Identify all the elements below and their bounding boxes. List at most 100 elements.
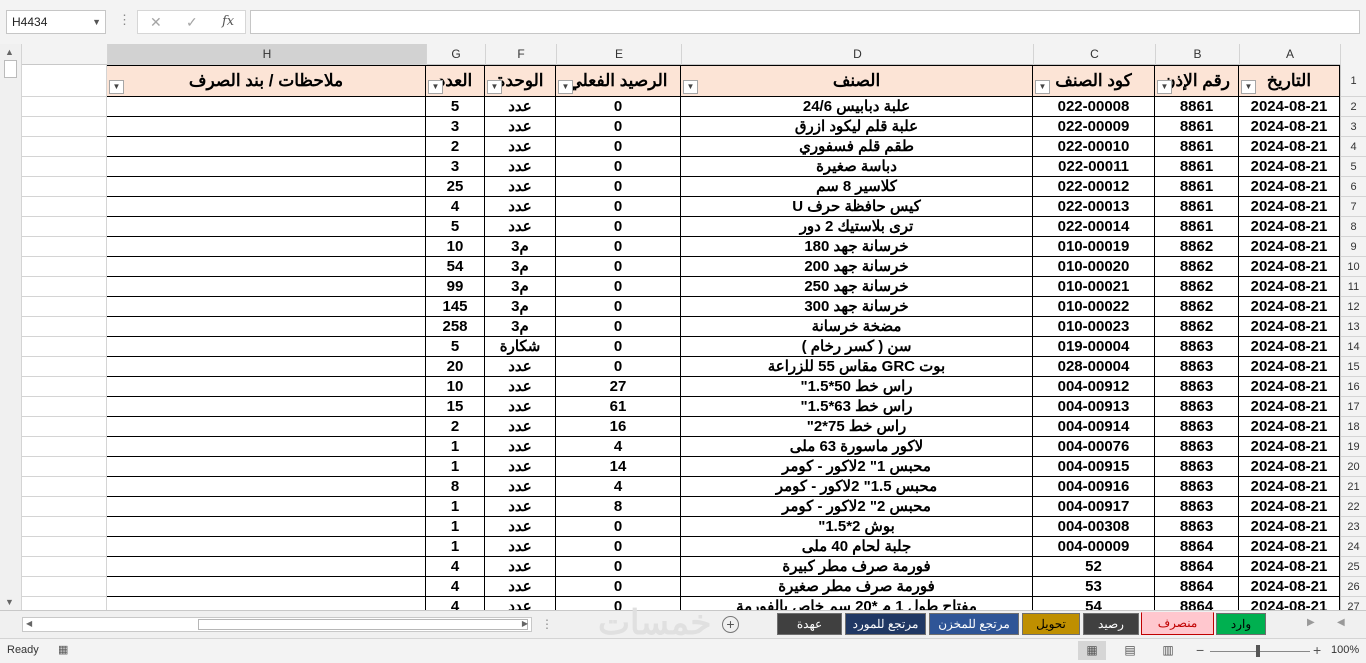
blank-cell[interactable] — [22, 477, 107, 497]
cell-notes[interactable] — [107, 277, 426, 297]
cell-item[interactable]: طقم قلم فسفوري — [681, 137, 1033, 157]
cell-qty[interactable]: 1 — [426, 517, 485, 537]
cell-balance[interactable]: 8 — [556, 497, 681, 517]
cell-date[interactable]: 2024-08-21 — [1239, 97, 1340, 117]
cell-balance[interactable]: 0 — [556, 537, 681, 557]
cell-date[interactable]: 2024-08-21 — [1239, 217, 1340, 237]
cell-unit[interactable]: عدد — [485, 197, 556, 217]
cell-permit[interactable]: 8861 — [1155, 197, 1239, 217]
header-permit[interactable]: رقم الإذن ▼ — [1155, 65, 1239, 97]
cell-code[interactable]: 004-00915 — [1033, 457, 1155, 477]
row-number[interactable]: 9 — [1340, 237, 1366, 257]
cell-item[interactable]: كلاسير 8 سم — [681, 177, 1033, 197]
cell-item[interactable]: محبس 1" 2لاكور - كومر — [681, 457, 1033, 477]
row-number[interactable]: 26 — [1340, 577, 1366, 597]
cell-notes[interactable] — [107, 597, 426, 610]
cell-date[interactable]: 2024-08-21 — [1239, 117, 1340, 137]
cell-code[interactable]: 022-00008 — [1033, 97, 1155, 117]
blank-cell[interactable] — [22, 197, 107, 217]
cell-notes[interactable] — [107, 317, 426, 337]
select-all-corner[interactable] — [1340, 44, 1366, 65]
row-number[interactable]: 23 — [1340, 517, 1366, 537]
cell-date[interactable]: 2024-08-21 — [1239, 157, 1340, 177]
filter-dropdown-icon[interactable]: ▼ — [487, 80, 502, 94]
blank-cell[interactable] — [22, 97, 107, 117]
cell-code[interactable]: 004-00913 — [1033, 397, 1155, 417]
cell-date[interactable]: 2024-08-21 — [1239, 237, 1340, 257]
cell-notes[interactable] — [107, 337, 426, 357]
cell-permit[interactable]: 8862 — [1155, 277, 1239, 297]
row-number[interactable]: 15 — [1340, 357, 1366, 377]
cell-code[interactable]: 004-00009 — [1033, 537, 1155, 557]
cell-unit[interactable]: م3 — [485, 257, 556, 277]
blank-cell[interactable] — [22, 557, 107, 577]
row-number[interactable]: 7 — [1340, 197, 1366, 217]
cell-notes[interactable] — [107, 357, 426, 377]
cell-date[interactable]: 2024-08-21 — [1239, 197, 1340, 217]
enter-icon[interactable]: ✓ — [186, 14, 198, 31]
cell-code[interactable]: 010-00022 — [1033, 297, 1155, 317]
cell-code[interactable]: 53 — [1033, 577, 1155, 597]
column-header-h[interactable]: H — [107, 44, 426, 65]
row-number[interactable]: 6 — [1340, 177, 1366, 197]
cell-balance[interactable]: 0 — [556, 237, 681, 257]
blank-cell[interactable] — [22, 217, 107, 237]
cell-unit[interactable]: عدد — [485, 377, 556, 397]
cell-unit[interactable]: م3 — [485, 297, 556, 317]
tab-scroll-right-icon[interactable]: ▶ — [1307, 617, 1315, 628]
blank-cell[interactable] — [22, 137, 107, 157]
cell-unit[interactable]: عدد — [485, 137, 556, 157]
cell-unit[interactable]: م3 — [485, 317, 556, 337]
cell-code[interactable]: 022-00013 — [1033, 197, 1155, 217]
cell-item[interactable]: لاكور ماسورة 63 ملى — [681, 437, 1033, 457]
blank-cell[interactable] — [22, 497, 107, 517]
cell-item[interactable]: كيس حافظة حرف U — [681, 197, 1033, 217]
blank-cell[interactable] — [22, 157, 107, 177]
cell-unit[interactable]: عدد — [485, 537, 556, 557]
cell-item[interactable]: بوت GRC مقاس 55 للزراعة — [681, 357, 1033, 377]
cell-unit[interactable]: شكارة — [485, 337, 556, 357]
blank-cell[interactable] — [22, 377, 107, 397]
blank-cell[interactable] — [22, 457, 107, 477]
sheet-tab[interactable]: وارد — [1216, 613, 1266, 635]
cell-date[interactable]: 2024-08-21 — [1239, 537, 1340, 557]
cell-permit[interactable]: 8861 — [1155, 137, 1239, 157]
blank-cell[interactable] — [22, 437, 107, 457]
cell-notes[interactable] — [107, 417, 426, 437]
cell-item[interactable]: راس خط 63*1.5" — [681, 397, 1033, 417]
cell-item[interactable]: دباسة صغيرة — [681, 157, 1033, 177]
cell-notes[interactable] — [107, 217, 426, 237]
header-unit[interactable]: الوحدة ▼ — [485, 65, 556, 97]
cell-code[interactable]: 019-00004 — [1033, 337, 1155, 357]
cell-qty[interactable]: 10 — [426, 237, 485, 257]
cell-permit[interactable]: 8864 — [1155, 537, 1239, 557]
row-number[interactable]: 21 — [1340, 477, 1366, 497]
cell-qty[interactable]: 4 — [426, 597, 485, 610]
cell-qty[interactable]: 8 — [426, 477, 485, 497]
cell-permit[interactable]: 8861 — [1155, 117, 1239, 137]
cell-balance[interactable]: 0 — [556, 197, 681, 217]
cell-date[interactable]: 2024-08-21 — [1239, 377, 1340, 397]
cell-balance[interactable]: 14 — [556, 457, 681, 477]
header-balance[interactable]: الرصيد الفعلي ▼ — [556, 65, 681, 97]
scroll-right-icon[interactable]: ▶ — [522, 619, 528, 628]
cell-item[interactable]: علبة دبابيس 24/6 — [681, 97, 1033, 117]
cell-balance[interactable]: 0 — [556, 277, 681, 297]
cell-unit[interactable]: عدد — [485, 417, 556, 437]
sheet-tab[interactable]: منصرف — [1141, 612, 1214, 635]
row-number[interactable]: 11 — [1340, 277, 1366, 297]
cell-code[interactable]: 022-00014 — [1033, 217, 1155, 237]
cell-item[interactable]: سن ( كسر رخام ) — [681, 337, 1033, 357]
cell-item[interactable]: خرسانة جهد 200 — [681, 257, 1033, 277]
cell-qty[interactable]: 1 — [426, 537, 485, 557]
cell-permit[interactable]: 8864 — [1155, 557, 1239, 577]
filter-dropdown-icon[interactable]: ▼ — [1035, 80, 1050, 94]
fx-icon[interactable]: fx — [222, 14, 234, 29]
scroll-up-icon[interactable]: ▲ — [5, 47, 14, 57]
cell-code[interactable]: 004-00917 — [1033, 497, 1155, 517]
cell-balance[interactable]: 61 — [556, 397, 681, 417]
cell-permit[interactable]: 8863 — [1155, 477, 1239, 497]
cell-balance[interactable]: 0 — [556, 257, 681, 277]
cell-qty[interactable]: 99 — [426, 277, 485, 297]
cell-unit[interactable]: عدد — [485, 457, 556, 477]
